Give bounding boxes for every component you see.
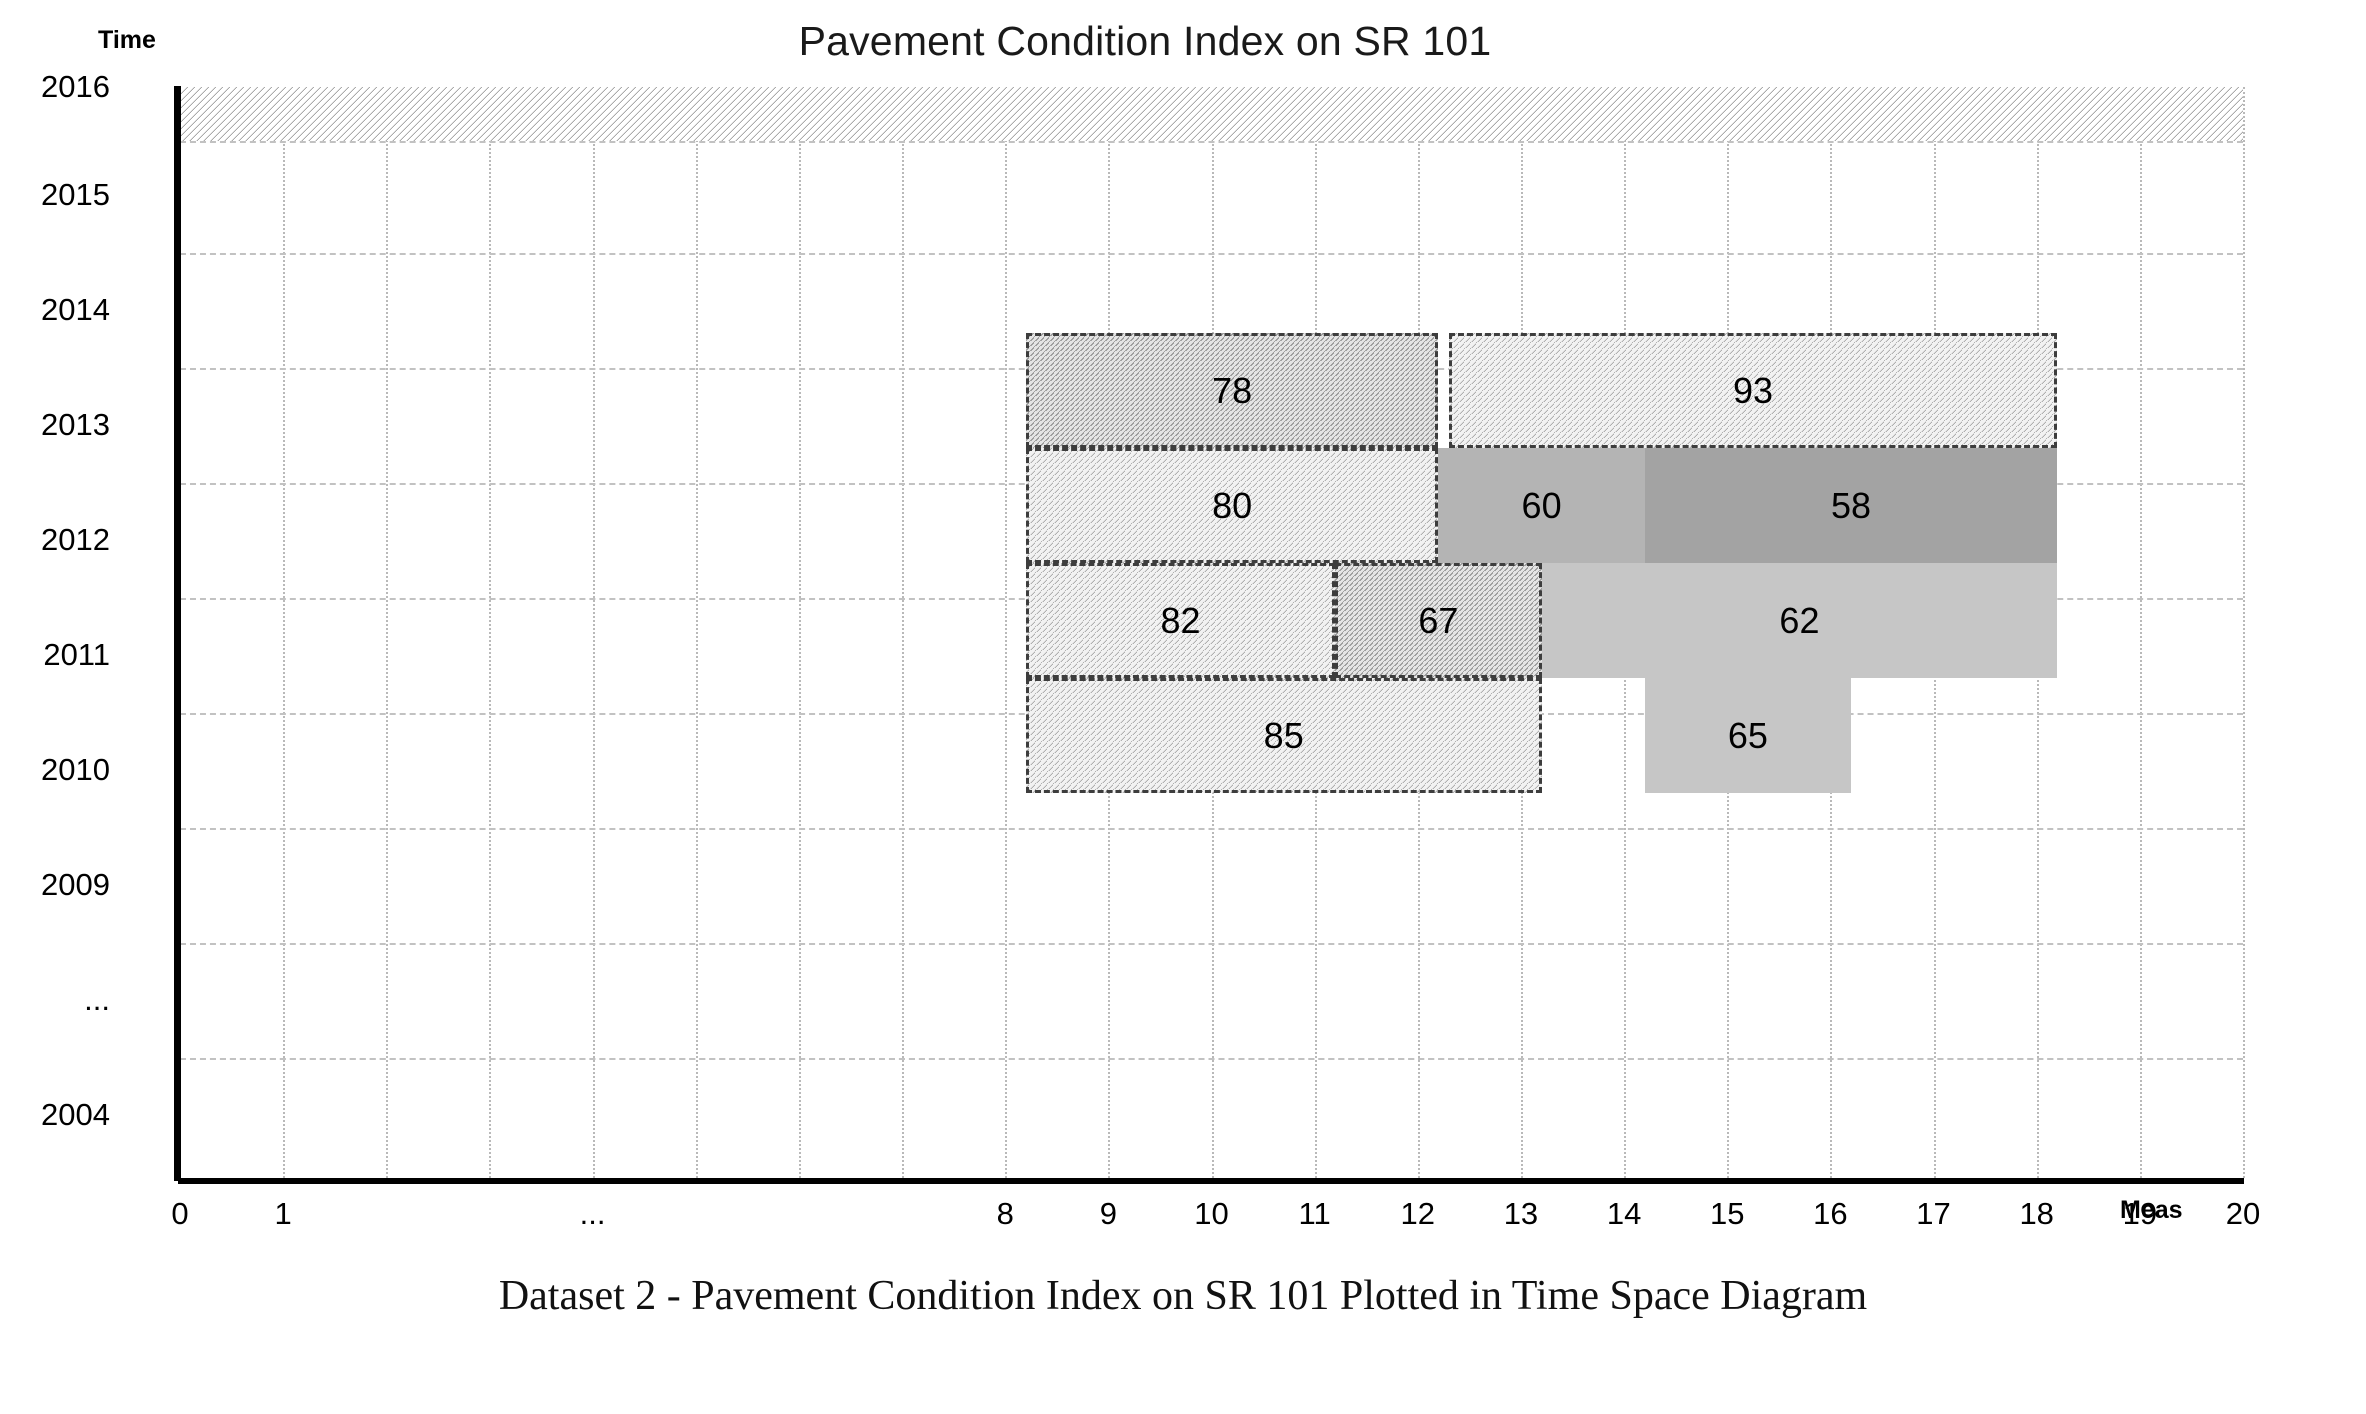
hatched-band-top [180,87,2243,141]
data-block[interactable]: 60 [1438,448,1645,563]
grid-line-vertical [592,87,595,1178]
x-tick-label: ... [579,1196,606,1231]
time-space-diagram-figure: Pavement Condition Index on SR 101 Time … [0,0,2366,1414]
data-block-value: 60 [1521,484,1562,526]
data-block[interactable]: 67 [1335,563,1542,678]
grid-line-horizontal [180,1057,2243,1060]
x-tick-label: 11 [1298,1196,1331,1231]
y-tick-label: 2016 [41,69,110,104]
grid-line-vertical [1005,87,1008,1178]
grid-line-horizontal [180,252,2243,255]
grid-line-vertical [902,87,905,1178]
x-tick-label: 12 [1400,1196,1436,1231]
grid-line-vertical [798,87,801,1178]
grid-line-vertical [695,87,698,1178]
data-block-value: 78 [1212,369,1253,411]
grid-line-horizontal [180,827,2243,830]
x-tick-label: 20 [2225,1196,2261,1231]
grid-line-vertical [386,87,389,1178]
y-tick-label: 2011 [43,637,110,672]
y-tick-label: 2010 [41,752,110,787]
y-axis-title: Time [98,26,156,54]
x-tick-label: 10 [1194,1196,1229,1231]
x-tick-label: 17 [1916,1196,1951,1231]
data-block[interactable]: 93 [1448,333,2058,448]
y-axis-line [174,86,181,1181]
data-block[interactable]: 85 [1025,678,1542,793]
data-block-value: 93 [1733,369,1774,411]
x-tick-label: 1 [274,1196,292,1231]
y-tick-label: 2009 [41,867,110,902]
data-block[interactable]: 80 [1025,448,1439,563]
y-tick-label: 2015 [41,177,110,212]
data-block-value: 82 [1160,599,1201,641]
data-block-value: 65 [1727,714,1768,756]
x-axis-line [178,1178,2244,1184]
data-block[interactable]: 78 [1025,333,1439,448]
plot-area: 78 93 80 60 58 82 67 62 85 65 [180,87,2245,1178]
data-block[interactable]: 65 [1644,678,1852,793]
data-block-value: 85 [1263,714,1304,756]
grid-line-horizontal [180,942,2243,945]
y-tick-label: 2013 [41,407,110,442]
data-block-value: 62 [1779,599,1820,641]
x-tick-label: 8 [996,1196,1014,1231]
x-tick-label: 14 [1606,1196,1642,1231]
y-tick-label: 2014 [41,292,110,327]
data-block-value: 80 [1212,484,1253,526]
x-tick-label: 13 [1503,1196,1539,1231]
grid-line-horizontal [180,141,2243,143]
page-title: Pavement Condition Index on SR 101 [798,18,1492,64]
grid-line-vertical [489,87,492,1178]
y-tick-label: 2004 [41,1097,110,1132]
x-tick-label: 15 [1710,1196,1745,1231]
data-block[interactable]: 58 [1644,448,2058,563]
figure-caption: Dataset 2 - Pavement Condition Index on … [498,1273,1868,1319]
data-block-value: 67 [1418,599,1459,641]
grid-line-vertical [2139,87,2142,1178]
data-block[interactable]: 82 [1025,563,1336,678]
grid-line-vertical [2243,87,2245,1178]
x-tick-label: 9 [1099,1196,1117,1231]
data-block-value: 58 [1830,484,1872,526]
grid-line-vertical [283,87,286,1178]
x-tick-label: 19 [2122,1196,2158,1231]
data-block[interactable]: 62 [1541,563,2058,678]
y-tick-label: ... [84,982,110,1017]
x-tick-label: 0 [171,1196,189,1231]
x-tick-label: 16 [1813,1196,1848,1231]
y-tick-label: 2012 [41,522,110,557]
x-tick-label: 18 [2019,1196,2054,1231]
